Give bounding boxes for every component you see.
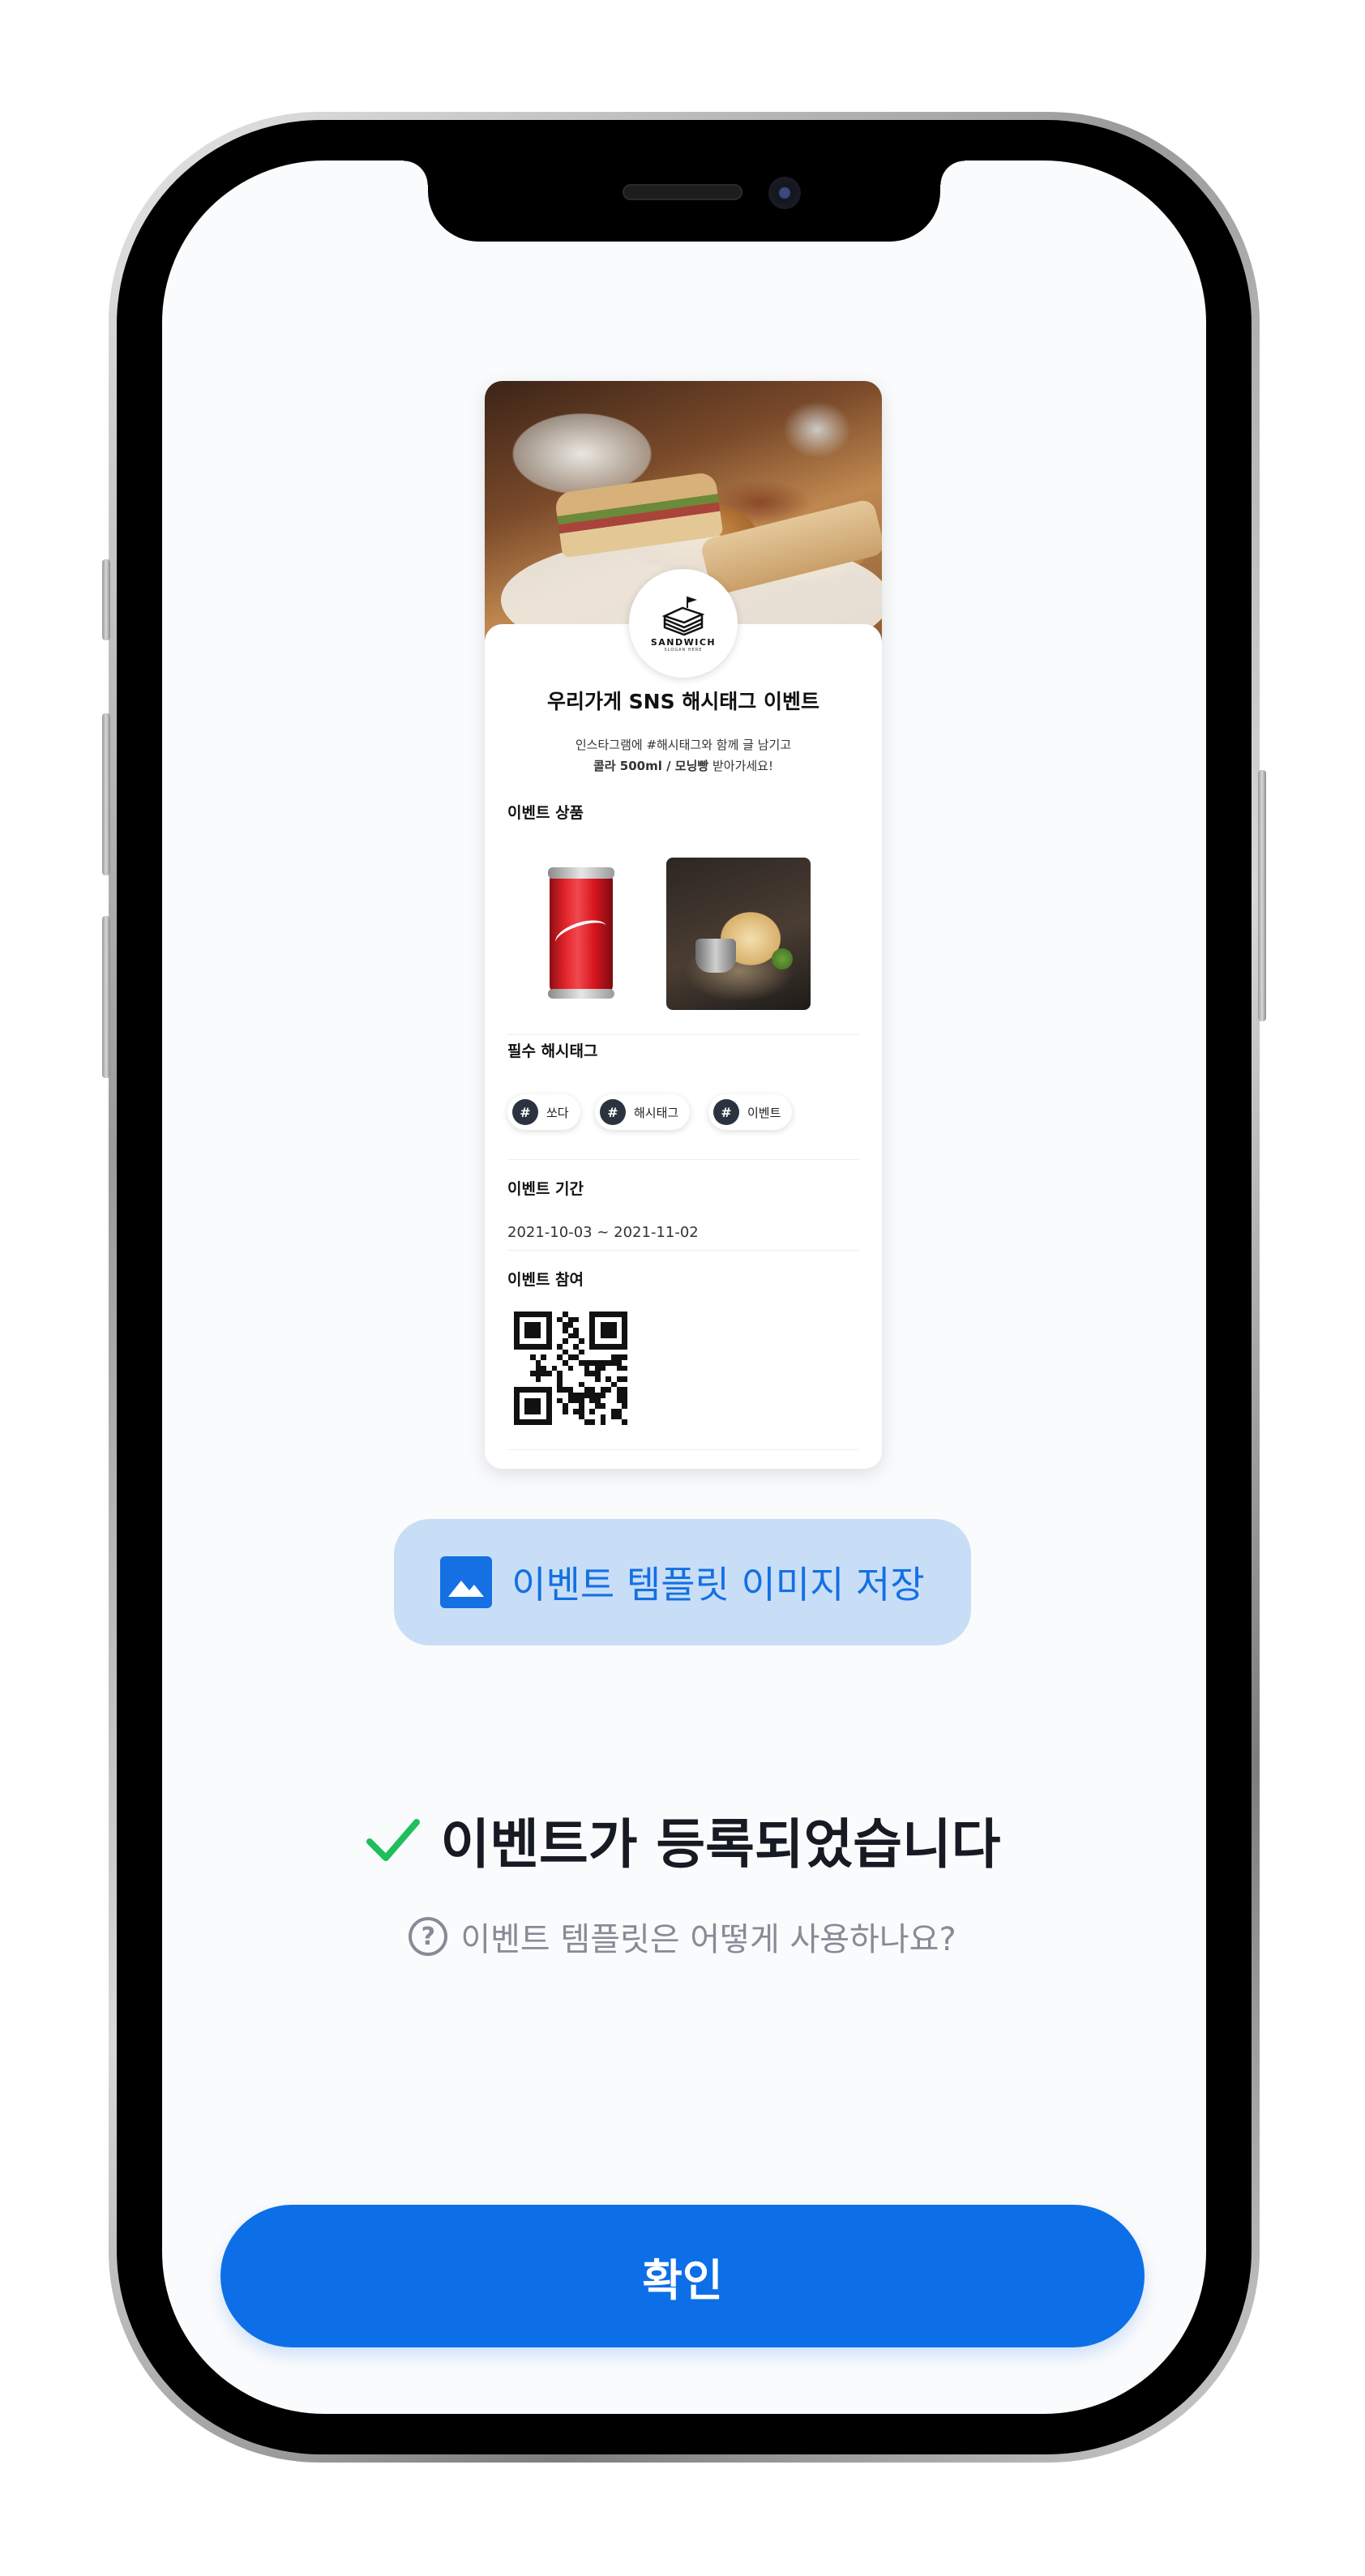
logo-name: SANDWICH bbox=[650, 636, 717, 648]
speaker-grille bbox=[623, 184, 742, 200]
save-template-label: 이벤트 템플릿 이미지 저장 bbox=[511, 1563, 925, 1607]
hash-icon: # bbox=[713, 1099, 739, 1125]
registration-status: 이벤트가 등록되었습니다 bbox=[0, 1801, 1365, 1879]
sandwich-logo-icon bbox=[661, 596, 705, 635]
hashtag-chip: # 이벤트 bbox=[708, 1094, 793, 1130]
side-button-volume-up bbox=[102, 713, 110, 875]
hashtag-chip: # 쏘다 bbox=[507, 1094, 580, 1130]
side-button-volume-down bbox=[102, 916, 110, 1078]
event-description-line1: 인스타그램에 #해시태그와 함께 글 남기고 bbox=[575, 738, 792, 752]
hashtag-label: 해시태그 bbox=[634, 1105, 679, 1120]
template-help-link[interactable]: ? 이벤트 템플릿은 어떻게 사용하나요? bbox=[0, 1913, 1365, 1960]
store-logo: SANDWICH SLOGAN HERE bbox=[629, 569, 738, 678]
product-cola-image bbox=[507, 858, 652, 1010]
products-heading: 이벤트 상품 bbox=[507, 804, 584, 822]
bread-sauce-cup bbox=[695, 939, 736, 973]
event-template-card: SANDWICH SLOGAN HERE 우리가게 SNS 해시태그 이벤트 인… bbox=[485, 381, 882, 1469]
status-message: 이벤트가 등록되었습니다 bbox=[440, 1813, 1001, 1876]
cola-logo-wave bbox=[551, 914, 611, 955]
participation-qr-code bbox=[514, 1312, 627, 1425]
confirm-label: 확인 bbox=[642, 2254, 723, 2306]
question-circle-icon: ? bbox=[409, 1917, 448, 1956]
divider bbox=[507, 1250, 859, 1251]
event-description-line2-rest: 받아가세요! bbox=[708, 759, 774, 773]
side-button-silent bbox=[102, 559, 110, 640]
confirm-button[interactable]: 확인 bbox=[220, 2205, 1145, 2347]
side-button-power bbox=[1258, 770, 1266, 1021]
period-heading: 이벤트 기간 bbox=[507, 1180, 584, 1198]
hash-icon: # bbox=[600, 1099, 626, 1125]
divider bbox=[507, 1034, 859, 1035]
check-icon bbox=[366, 1819, 420, 1861]
image-icon bbox=[440, 1556, 493, 1608]
notch bbox=[404, 160, 965, 242]
logo-slogan: SLOGAN HERE bbox=[664, 647, 703, 653]
hashtag-label: 쏘다 bbox=[546, 1105, 569, 1120]
hashtag-label: 이벤트 bbox=[747, 1105, 781, 1120]
event-description: 인스타그램에 #해시태그와 함께 글 남기고 콜라 500ml / 모닝빵 받아… bbox=[485, 734, 882, 777]
bread-garnish bbox=[772, 948, 793, 969]
save-template-image-button[interactable]: 이벤트 템플릿 이미지 저장 bbox=[394, 1519, 971, 1645]
hash-icon: # bbox=[512, 1099, 538, 1125]
divider bbox=[507, 1449, 859, 1450]
event-description-line2: 콜라 500ml / 모닝빵 받아가세요! bbox=[485, 755, 882, 777]
help-text: 이벤트 템플릿은 어떻게 사용하나요? bbox=[460, 1921, 956, 1958]
cola-can bbox=[548, 867, 614, 999]
hashtags-heading: 필수 해시태그 bbox=[507, 1042, 598, 1060]
participate-heading: 이벤트 참여 bbox=[507, 1271, 584, 1289]
event-reward-text: 콜라 500ml / 모닝빵 bbox=[593, 759, 709, 773]
divider bbox=[507, 1159, 859, 1160]
event-period: 2021-10-03 ~ 2021-11-02 bbox=[507, 1224, 699, 1241]
front-camera bbox=[768, 177, 801, 209]
hashtag-chip: # 해시태그 bbox=[595, 1094, 691, 1130]
event-title: 우리가게 SNS 해시태그 이벤트 bbox=[546, 690, 820, 713]
product-bread-image bbox=[666, 858, 811, 1010]
